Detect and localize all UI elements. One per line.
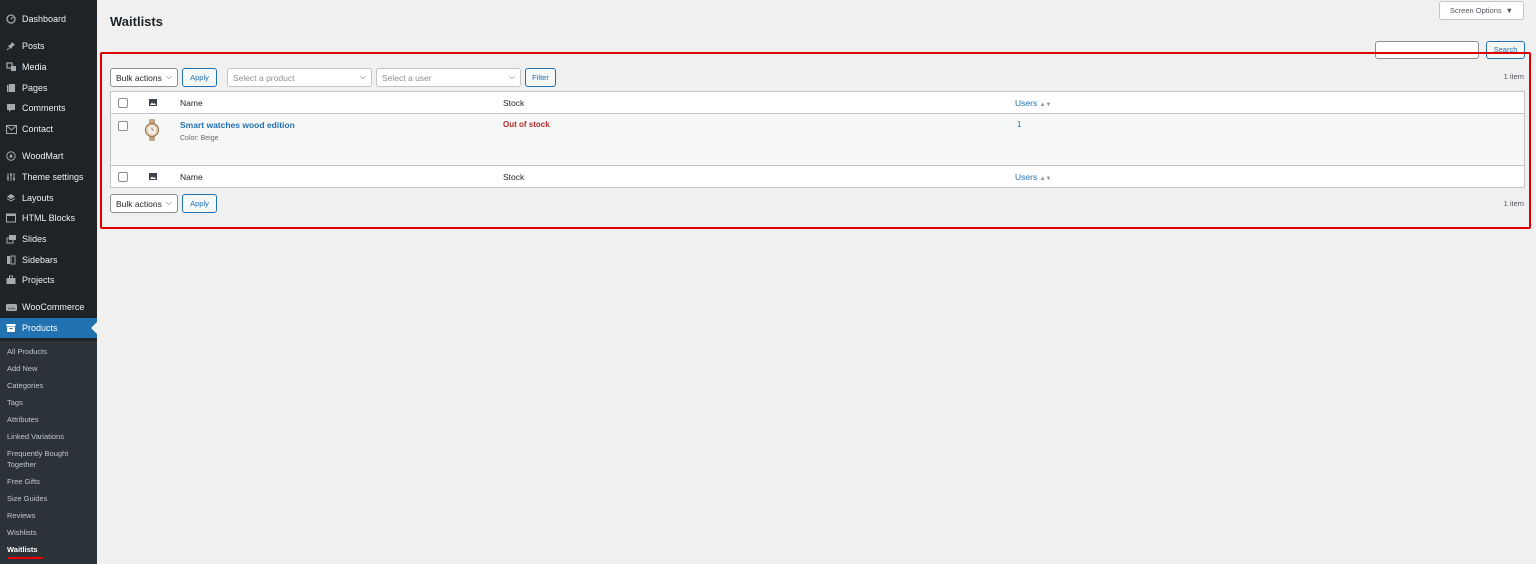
submenu-linked-variations[interactable]: Linked Variations xyxy=(7,432,64,443)
caret-down-icon: ▼ xyxy=(1505,6,1514,15)
slides-icon xyxy=(0,234,22,244)
user-filter-placeholder: Select a user xyxy=(382,72,432,83)
sidebar-icon xyxy=(0,255,22,265)
comment-icon xyxy=(0,103,22,113)
submenu-categories[interactable]: Categories xyxy=(7,381,43,392)
menu-item-slides[interactable]: Slides xyxy=(0,229,97,249)
dashboard-icon xyxy=(0,14,22,24)
submenu-frequently-bought-together[interactable]: Frequently Bought Together xyxy=(7,449,87,470)
column-users[interactable]: Users ▲▼ xyxy=(1015,98,1051,108)
menu-item-sidebars[interactable]: Sidebars xyxy=(0,250,97,270)
column-users-footer[interactable]: Users ▲▼ xyxy=(1015,172,1051,182)
column-stock: Stock xyxy=(503,98,525,108)
table-header: Name Stock Users ▲▼ xyxy=(111,92,1524,114)
pin-icon xyxy=(0,41,22,51)
filter-button[interactable]: Filter xyxy=(525,68,556,87)
bulk-actions-select-top[interactable]: Bulk actions ⌵ xyxy=(110,68,178,87)
chevron-down-icon: ⌵ xyxy=(508,72,515,81)
column-name-footer[interactable]: Name xyxy=(180,172,203,182)
column-users-label: Users xyxy=(1015,98,1038,108)
media-icon xyxy=(0,62,22,72)
select-all-checkbox[interactable] xyxy=(118,98,128,108)
submenu-waitlists[interactable]: Waitlists xyxy=(7,545,38,556)
submenu-size-guides[interactable]: Size Guides xyxy=(7,494,47,505)
menu-item-products[interactable]: Products xyxy=(0,318,97,338)
submenu-add-new[interactable]: Add New xyxy=(7,364,37,375)
chevron-down-icon: ⌵ xyxy=(165,72,172,81)
submenu-free-gifts[interactable]: Free Gifts xyxy=(7,477,40,488)
product-thumbnail xyxy=(144,119,160,141)
items-count-top: 1 item xyxy=(1503,72,1524,81)
submenu-reviews[interactable]: Reviews xyxy=(7,511,35,522)
column-users-footer-label: Users xyxy=(1015,172,1038,182)
screen-options-button[interactable]: Screen Options ▼ xyxy=(1439,1,1524,20)
menu-item-woocommerce[interactable]: woo WooCommerce xyxy=(0,297,97,317)
items-count-bottom: 1 item xyxy=(1503,199,1524,208)
admin-sidebar: Dashboard Posts Media Pages Comments Con… xyxy=(0,0,97,564)
current-menu-arrow xyxy=(91,322,97,334)
archive-icon xyxy=(0,323,22,333)
sliders-icon xyxy=(0,172,22,182)
menu-item-layouts[interactable]: Layouts xyxy=(0,188,97,208)
menu-item-posts[interactable]: Posts xyxy=(0,36,97,56)
current-item-underline xyxy=(7,557,43,559)
screen-options-label: Screen Options xyxy=(1449,6,1502,15)
page-title: Waitlists xyxy=(110,14,163,29)
html-icon xyxy=(0,213,22,223)
column-name[interactable]: Name xyxy=(180,98,203,108)
menu-item-contact[interactable]: Contact xyxy=(0,119,97,139)
svg-text:woo: woo xyxy=(7,305,15,310)
users-count-link[interactable]: 1 xyxy=(1017,120,1021,129)
menu-item-theme-settings[interactable]: Theme settings xyxy=(0,167,97,187)
bulk-actions-label-bottom: Bulk actions xyxy=(116,198,162,209)
apply-button-top[interactable]: Apply xyxy=(182,68,217,87)
menu-item-dashboard[interactable]: Dashboard xyxy=(0,9,97,29)
apply-button-bottom[interactable]: Apply xyxy=(182,194,217,213)
sort-icon: ▲▼ xyxy=(1039,176,1052,182)
table-row: Smart watches wood edition Color: Beige … xyxy=(111,114,1524,166)
mail-icon xyxy=(0,124,22,134)
layers-icon xyxy=(0,193,22,203)
menu-item-html-blocks[interactable]: HTML Blocks xyxy=(0,208,97,228)
waitlist-table: Name Stock Users ▲▼ Smart watches wood e… xyxy=(110,91,1525,188)
woo-icon: woo xyxy=(0,303,22,312)
menu-item-projects[interactable]: Projects xyxy=(0,270,97,290)
select-all-checkbox-footer[interactable] xyxy=(118,172,128,182)
product-filter-select[interactable]: Select a product ⌵ xyxy=(227,68,372,87)
menu-item-pages[interactable]: Pages xyxy=(0,78,97,98)
submenu-all-products[interactable]: All Products xyxy=(7,347,47,358)
bulk-actions-label: Bulk actions xyxy=(116,72,162,83)
woodmart-icon xyxy=(0,151,22,161)
stock-status: Out of stock xyxy=(503,120,550,129)
briefcase-icon xyxy=(0,275,22,285)
menu-item-media[interactable]: Media xyxy=(0,57,97,77)
table-footer: Name Stock Users ▲▼ xyxy=(111,166,1524,187)
menu-item-woodmart[interactable]: WoodMart xyxy=(0,146,97,166)
user-filter-select[interactable]: Select a user ⌵ xyxy=(376,68,521,87)
row-checkbox[interactable] xyxy=(118,121,128,131)
menu-item-comments[interactable]: Comments xyxy=(0,98,97,118)
submenu-attributes[interactable]: Attributes xyxy=(7,415,39,426)
image-column-icon xyxy=(149,173,157,180)
chevron-down-icon: ⌵ xyxy=(359,72,366,81)
submenu-wishlists[interactable]: Wishlists xyxy=(7,528,37,539)
bulk-actions-select-bottom[interactable]: Bulk actions ⌵ xyxy=(110,194,178,213)
product-filter-placeholder: Select a product xyxy=(233,72,295,83)
chevron-down-icon: ⌵ xyxy=(165,198,172,207)
product-name-link[interactable]: Smart watches wood edition xyxy=(180,120,295,130)
submenu-tags[interactable]: Tags xyxy=(7,398,23,409)
column-stock-footer: Stock xyxy=(503,172,525,182)
pages-icon xyxy=(0,83,22,93)
image-column-icon xyxy=(149,99,157,106)
product-variation: Color: Beige xyxy=(180,135,219,142)
sort-icon: ▲▼ xyxy=(1039,102,1052,108)
